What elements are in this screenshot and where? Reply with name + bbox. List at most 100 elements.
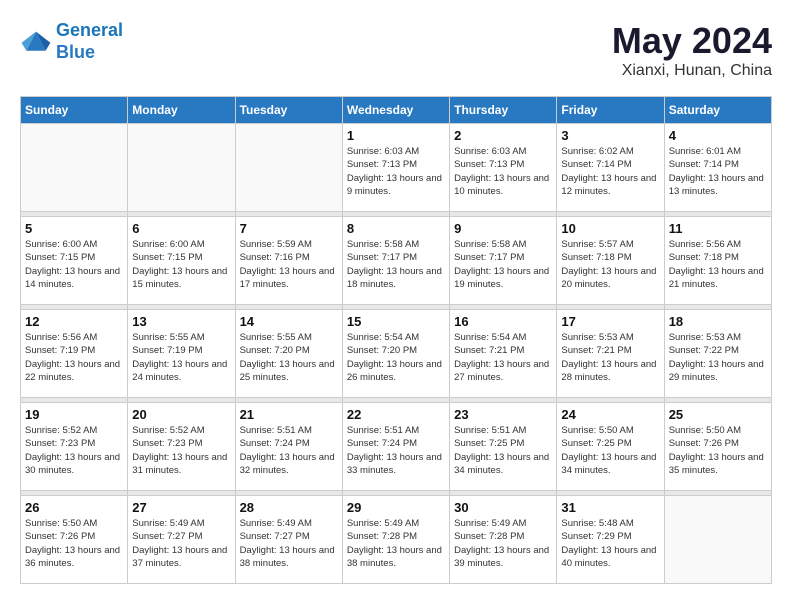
calendar-cell: 12 Sunrise: 5:56 AMSunset: 7:19 PMDayligh… xyxy=(21,310,128,398)
day-info: Sunrise: 6:03 AMSunset: 7:13 PMDaylight:… xyxy=(347,145,445,198)
day-number: 9 xyxy=(454,221,552,236)
calendar-week-row: 1 Sunrise: 6:03 AMSunset: 7:13 PMDaylight… xyxy=(21,124,772,212)
calendar-cell: 22 Sunrise: 5:51 AMSunset: 7:24 PMDayligh… xyxy=(342,403,449,491)
calendar-cell: 27 Sunrise: 5:49 AMSunset: 7:27 PMDayligh… xyxy=(128,496,235,584)
calendar-cell: 20 Sunrise: 5:52 AMSunset: 7:23 PMDayligh… xyxy=(128,403,235,491)
day-info: Sunrise: 5:50 AMSunset: 7:26 PMDaylight:… xyxy=(669,424,767,477)
day-number: 10 xyxy=(561,221,659,236)
day-number: 21 xyxy=(240,407,338,422)
day-number: 24 xyxy=(561,407,659,422)
calendar-cell: 9 Sunrise: 5:58 AMSunset: 7:17 PMDaylight… xyxy=(450,217,557,305)
day-info: Sunrise: 6:00 AMSunset: 7:15 PMDaylight:… xyxy=(25,238,123,291)
calendar-cell xyxy=(664,496,771,584)
calendar-cell: 15Sunrise: 5:54 AMSunset: 7:20 PMDayligh… xyxy=(342,310,449,398)
day-info: Sunrise: 5:58 AMSunset: 7:17 PMDaylight:… xyxy=(347,238,445,291)
day-number: 20 xyxy=(132,407,230,422)
day-number: 26 xyxy=(25,500,123,515)
day-info: Sunrise: 5:53 AMSunset: 7:21 PMDaylight:… xyxy=(561,331,659,384)
calendar-cell: 24Sunrise: 5:50 AMSunset: 7:25 PMDayligh… xyxy=(557,403,664,491)
day-number: 28 xyxy=(240,500,338,515)
day-info: Sunrise: 5:49 AMSunset: 7:27 PMDaylight:… xyxy=(132,517,230,570)
day-info: Sunrise: 5:55 AMSunset: 7:20 PMDaylight:… xyxy=(240,331,338,384)
day-number: 29 xyxy=(347,500,445,515)
calendar-cell: 8Sunrise: 5:58 AMSunset: 7:17 PMDaylight… xyxy=(342,217,449,305)
calendar-cell: 18Sunrise: 5:53 AMSunset: 7:22 PMDayligh… xyxy=(664,310,771,398)
day-info: Sunrise: 5:58 AMSunset: 7:17 PMDaylight:… xyxy=(454,238,552,291)
weekday-header: Friday xyxy=(557,97,664,124)
calendar-week-row: 26 Sunrise: 5:50 AMSunset: 7:26 PMDayligh… xyxy=(21,496,772,584)
day-info: Sunrise: 5:59 AMSunset: 7:16 PMDaylight:… xyxy=(240,238,338,291)
calendar-cell: 19Sunrise: 5:52 AMSunset: 7:23 PMDayligh… xyxy=(21,403,128,491)
day-info: Sunrise: 6:02 AMSunset: 7:14 PMDaylight:… xyxy=(561,145,659,198)
day-info: Sunrise: 6:03 AMSunset: 7:13 PMDaylight:… xyxy=(454,145,552,198)
day-number: 19 xyxy=(25,407,123,422)
calendar-week-row: 19 Sunrise: 5:52 AMSunset: 7:23 PMDayligh… xyxy=(21,403,772,491)
day-info: Sunrise: 5:55 AMSunset: 7:19 PMDaylight:… xyxy=(132,331,230,384)
calendar-cell: 13 Sunrise: 5:55 AMSunset: 7:19 PMDayligh… xyxy=(128,310,235,398)
day-number: 4 xyxy=(669,128,767,143)
calendar-cell: 25 Sunrise: 5:50 AMSunset: 7:26 PMDayligh… xyxy=(664,403,771,491)
page-header: General Blue May 2024 Xianxi, Hunan, Chi… xyxy=(20,20,772,80)
calendar-cell: 30 Sunrise: 5:49 AMSunset: 7:28 PMDayligh… xyxy=(450,496,557,584)
weekday-header: Sunday xyxy=(21,97,128,124)
weekday-header: Tuesday xyxy=(235,97,342,124)
calendar-cell: 10 Sunrise: 5:57 AMSunset: 7:18 PMDayligh… xyxy=(557,217,664,305)
calendar-cell: 4 Sunrise: 6:01 AMSunset: 7:14 PMDaylight… xyxy=(664,124,771,212)
calendar-cell xyxy=(21,124,128,212)
day-number: 1 xyxy=(347,128,445,143)
logo-icon xyxy=(20,28,52,56)
title-section: May 2024 Xianxi, Hunan, China xyxy=(612,20,772,80)
calendar-cell: 14Sunrise: 5:55 AMSunset: 7:20 PMDayligh… xyxy=(235,310,342,398)
day-number: 13 xyxy=(132,314,230,329)
calendar-cell: 17 Sunrise: 5:53 AMSunset: 7:21 PMDayligh… xyxy=(557,310,664,398)
day-number: 15 xyxy=(347,314,445,329)
day-info: Sunrise: 5:51 AMSunset: 7:24 PMDaylight:… xyxy=(240,424,338,477)
calendar-cell: 16 Sunrise: 5:54 AMSunset: 7:21 PMDayligh… xyxy=(450,310,557,398)
logo-text: General Blue xyxy=(56,20,123,63)
day-number: 2 xyxy=(454,128,552,143)
day-info: Sunrise: 5:49 AMSunset: 7:28 PMDaylight:… xyxy=(347,517,445,570)
day-info: Sunrise: 5:52 AMSunset: 7:23 PMDaylight:… xyxy=(132,424,230,477)
day-info: Sunrise: 5:54 AMSunset: 7:21 PMDaylight:… xyxy=(454,331,552,384)
day-info: Sunrise: 6:00 AMSunset: 7:15 PMDaylight:… xyxy=(132,238,230,291)
day-number: 30 xyxy=(454,500,552,515)
calendar-week-row: 5 Sunrise: 6:00 AMSunset: 7:15 PMDaylight… xyxy=(21,217,772,305)
calendar-cell: 31Sunrise: 5:48 AMSunset: 7:29 PMDayligh… xyxy=(557,496,664,584)
day-info: Sunrise: 5:56 AMSunset: 7:19 PMDaylight:… xyxy=(25,331,123,384)
day-number: 6 xyxy=(132,221,230,236)
weekday-header: Wednesday xyxy=(342,97,449,124)
logo: General Blue xyxy=(20,20,123,63)
day-number: 31 xyxy=(561,500,659,515)
day-info: Sunrise: 5:51 AMSunset: 7:24 PMDaylight:… xyxy=(347,424,445,477)
day-info: Sunrise: 5:57 AMSunset: 7:18 PMDaylight:… xyxy=(561,238,659,291)
weekday-header: Thursday xyxy=(450,97,557,124)
day-info: Sunrise: 5:49 AMSunset: 7:28 PMDaylight:… xyxy=(454,517,552,570)
day-number: 5 xyxy=(25,221,123,236)
calendar-cell: 5 Sunrise: 6:00 AMSunset: 7:15 PMDaylight… xyxy=(21,217,128,305)
calendar-cell: 3 Sunrise: 6:02 AMSunset: 7:14 PMDaylight… xyxy=(557,124,664,212)
calendar-cell: 6 Sunrise: 6:00 AMSunset: 7:15 PMDaylight… xyxy=(128,217,235,305)
day-number: 16 xyxy=(454,314,552,329)
weekday-header: Monday xyxy=(128,97,235,124)
calendar-cell: 26 Sunrise: 5:50 AMSunset: 7:26 PMDayligh… xyxy=(21,496,128,584)
calendar-cell: 29 Sunrise: 5:49 AMSunset: 7:28 PMDayligh… xyxy=(342,496,449,584)
day-number: 12 xyxy=(25,314,123,329)
day-number: 23 xyxy=(454,407,552,422)
day-info: Sunrise: 5:51 AMSunset: 7:25 PMDaylight:… xyxy=(454,424,552,477)
day-number: 25 xyxy=(669,407,767,422)
day-info: Sunrise: 6:01 AMSunset: 7:14 PMDaylight:… xyxy=(669,145,767,198)
day-info: Sunrise: 5:56 AMSunset: 7:18 PMDaylight:… xyxy=(669,238,767,291)
calendar-table: SundayMondayTuesdayWednesdayThursdayFrid… xyxy=(20,96,772,584)
day-number: 3 xyxy=(561,128,659,143)
calendar-week-row: 12 Sunrise: 5:56 AMSunset: 7:19 PMDayligh… xyxy=(21,310,772,398)
calendar-cell: 7 Sunrise: 5:59 AMSunset: 7:16 PMDaylight… xyxy=(235,217,342,305)
calendar-cell xyxy=(128,124,235,212)
day-number: 22 xyxy=(347,407,445,422)
location-subtitle: Xianxi, Hunan, China xyxy=(612,62,772,80)
day-info: Sunrise: 5:49 AMSunset: 7:27 PMDaylight:… xyxy=(240,517,338,570)
day-number: 17 xyxy=(561,314,659,329)
day-number: 7 xyxy=(240,221,338,236)
day-number: 27 xyxy=(132,500,230,515)
day-info: Sunrise: 5:50 AMSunset: 7:26 PMDaylight:… xyxy=(25,517,123,570)
weekday-header-row: SundayMondayTuesdayWednesdayThursdayFrid… xyxy=(21,97,772,124)
